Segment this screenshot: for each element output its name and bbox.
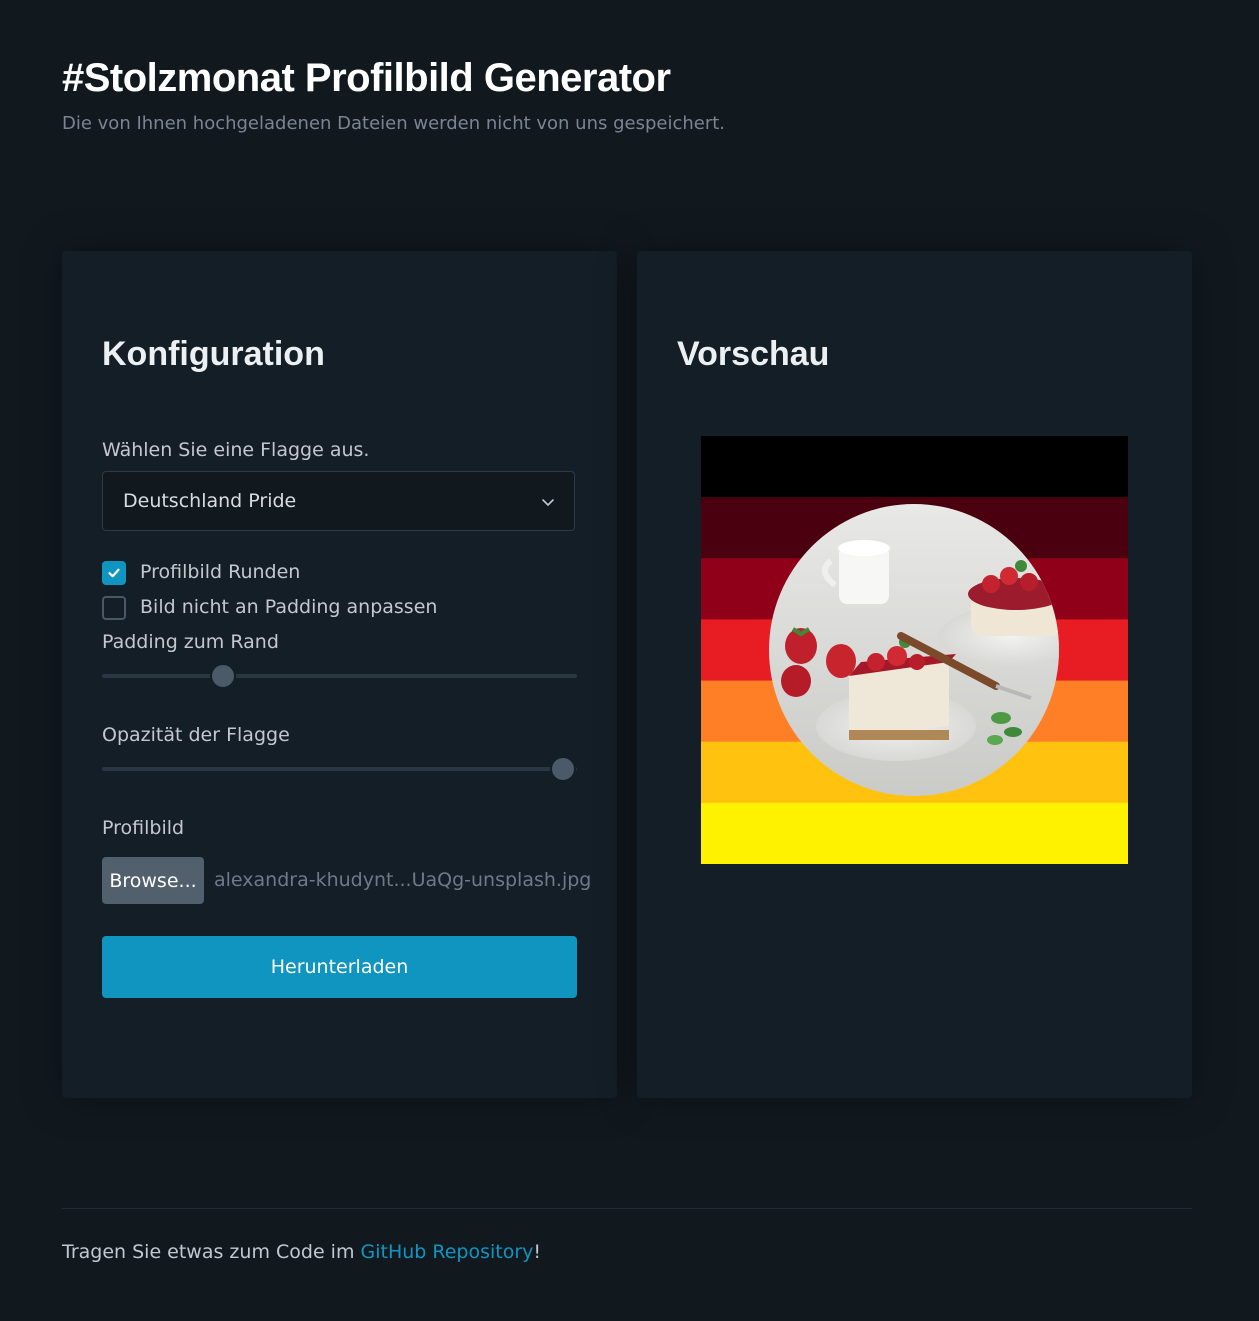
preview-image	[701, 436, 1128, 864]
checkmark-icon	[108, 568, 120, 578]
chevron-down-icon	[542, 499, 554, 506]
browse-button[interactable]: Browse...	[102, 857, 204, 904]
preview-card: Vorschau	[637, 251, 1192, 1098]
opacity-slider-track	[102, 767, 577, 771]
no-fit-padding-checkbox[interactable]	[102, 596, 126, 620]
page-header: #Stolzmonat Profilbild Generator Die von…	[62, 56, 725, 134]
footer-divider	[62, 1208, 1192, 1209]
padding-label: Padding zum Rand	[102, 631, 279, 653]
opacity-slider[interactable]	[102, 756, 577, 782]
profile-picture-label: Profilbild	[102, 817, 185, 839]
padding-slider-thumb[interactable]	[210, 663, 237, 689]
preview-heading: Vorschau	[677, 335, 830, 373]
flag-stripe	[701, 436, 1128, 498]
opacity-label: Opazität der Flagge	[102, 724, 290, 746]
selected-filename: alexandra-khudynt...UaQg-unsplash.jpg	[214, 869, 592, 891]
flag-select-label: Wählen Sie eine Flagge aus.	[102, 439, 370, 461]
configuration-card: Konfiguration Wählen Sie eine Flagge aus…	[62, 251, 617, 1098]
configuration-heading: Konfiguration	[102, 335, 325, 373]
footer-text: Tragen Sie etwas zum Code im	[62, 1241, 361, 1263]
round-profile-checkbox[interactable]	[102, 561, 126, 585]
no-fit-padding-label: Bild nicht an Padding anpassen	[140, 596, 438, 618]
download-button[interactable]: Herunterladen	[102, 936, 577, 998]
footer-exclamation: !	[533, 1241, 542, 1263]
page-title: #Stolzmonat Profilbild Generator	[62, 56, 671, 100]
github-repository-link[interactable]: GitHub Repository	[361, 1241, 534, 1263]
flag-stripe	[701, 802, 1128, 864]
flag-select-value: Deutschland Pride	[123, 490, 297, 512]
page-subtitle: Die von Ihnen hochgeladenen Dateien werd…	[62, 113, 726, 134]
round-profile-label: Profilbild Runden	[140, 561, 301, 583]
padding-slider-track	[102, 674, 577, 678]
flag-select[interactable]: Deutschland Pride	[102, 471, 575, 531]
padding-slider[interactable]	[102, 663, 577, 689]
opacity-slider-thumb[interactable]	[549, 756, 576, 782]
footer: Tragen Sie etwas zum Code im GitHub Repo…	[62, 1241, 541, 1263]
